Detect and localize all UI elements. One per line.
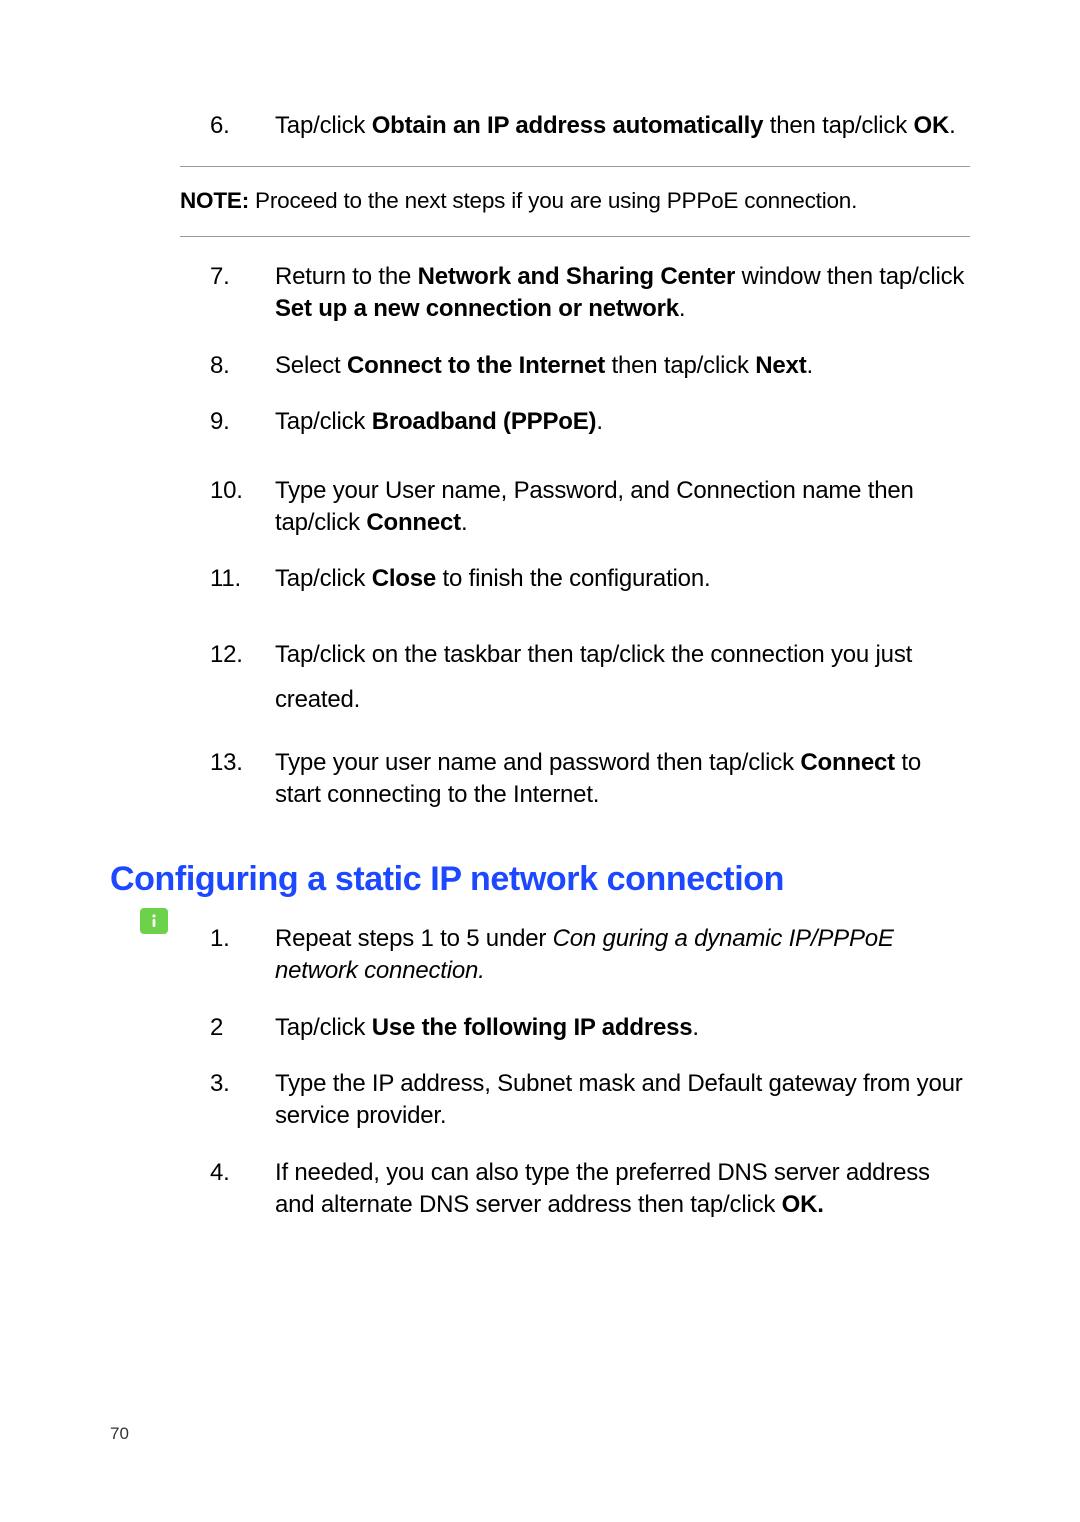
instruction-list-pre-note: 6. Tap/click Obtain an IP address automa… [210,110,970,142]
step-body: Return to the Network and Sharing Center… [275,261,970,326]
static-step-4: 4. If needed, you can also type the pref… [210,1157,970,1222]
step-number: 2 [210,1012,275,1044]
page-number: 70 [110,1424,129,1444]
step-body: Type your User name, Password, and Conne… [275,475,970,540]
step-body: Tap/click Broadband (PPPoE). [275,406,970,438]
step-number: 12. [210,632,275,723]
info-icon [140,908,168,934]
step-7: 7. Return to the Network and Sharing Cen… [210,261,970,326]
step-9: 9. Tap/click Broadband (PPPoE). [210,406,970,438]
step-body: Tap/click Obtain an IP address automatic… [275,110,970,142]
step-11: 11. Tap/click Close to finish the config… [210,563,970,595]
step-number: 8. [210,350,275,382]
step-8: 8. Select Connect to the Internet then t… [210,350,970,382]
step-number: 1. [210,923,275,988]
step-body: Select Connect to the Internet then tap/… [275,350,970,382]
step-body: Tap/click Use the following IP address. [275,1012,970,1044]
note-block: NOTE: Proceed to the next steps if you a… [180,166,970,237]
step-number: 3. [210,1068,275,1133]
step-body: Repeat steps 1 to 5 under Con guring a d… [275,923,970,988]
instruction-list-post-note: 7. Return to the Network and Sharing Cen… [210,261,970,812]
step-number: 6. [210,110,275,142]
static-step-1: 1. Repeat steps 1 to 5 under Con guring … [210,923,970,988]
step-13: 13. Type your user name and password the… [210,747,970,812]
section-heading-static-ip: Configuring a static IP network connecti… [110,860,970,899]
step-6: 6. Tap/click Obtain an IP address automa… [210,110,970,142]
step-body: Type the IP address, Subnet mask and Def… [275,1068,970,1133]
step-number: 4. [210,1157,275,1222]
step-body: Tap/click on the taskbar then tap/click … [275,632,970,723]
step-10: 10. Type your User name, Password, and C… [210,475,970,540]
static-step-3: 3. Type the IP address, Subnet mask and … [210,1068,970,1133]
step-number: 9. [210,406,275,438]
static-step-2: 2 Tap/click Use the following IP address… [210,1012,970,1044]
step-number: 13. [210,747,275,812]
step-number: 7. [210,261,275,326]
step-12: 12. Tap/click on the taskbar then tap/cl… [210,632,970,723]
step-body: If needed, you can also type the preferr… [275,1157,970,1222]
instruction-list-static-ip: 1. Repeat steps 1 to 5 under Con guring … [210,923,970,1222]
step-body: Tap/click Close to finish the configurat… [275,563,970,595]
manual-page: 6. Tap/click Obtain an IP address automa… [0,0,1080,1522]
note-label: NOTE: [180,188,249,213]
step-number: 11. [210,563,275,595]
note-text: Proceed to the next steps if you are usi… [249,188,857,213]
step-number: 10. [210,475,275,540]
step-body: Type your user name and password then ta… [275,747,970,812]
